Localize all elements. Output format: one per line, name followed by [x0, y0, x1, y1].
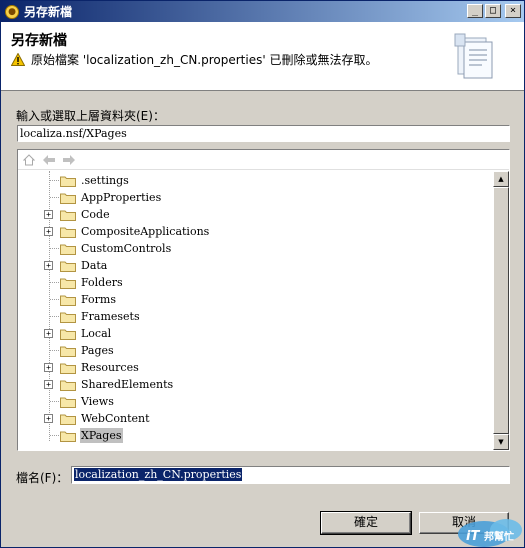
window-title: 另存新檔 [24, 5, 73, 19]
tree-item[interactable]: + Code [18, 206, 492, 223]
dialog-header: 另存新檔 原始檔案 'localization_zh_CN.properties… [1, 22, 524, 91]
folder-icon [60, 397, 76, 408]
folder-icon [60, 176, 76, 187]
forward-arrow-icon[interactable] [62, 153, 76, 167]
tree-item-label: Code [81, 208, 110, 221]
folder-icon [60, 380, 76, 391]
tree-vertical-scrollbar[interactable]: ▲ ▼ [493, 171, 509, 450]
svg-text:邦幫忙: 邦幫忙 [484, 530, 514, 543]
folder-icon [60, 261, 76, 272]
scroll-down-icon[interactable]: ▼ [493, 434, 509, 450]
watermark-logo: iT 邦幫忙 [458, 519, 522, 547]
tree-item-label: Pages [81, 344, 114, 357]
tree-item[interactable]: CustomControls [18, 240, 492, 257]
warning-icon [11, 53, 25, 66]
filename-label: 檔名(F)： [16, 471, 69, 485]
expand-plus-icon[interactable]: + [44, 380, 53, 389]
tree-item-label: Views [81, 395, 114, 408]
tree-item[interactable]: + CompositeApplications [18, 223, 492, 240]
folder-icon [60, 363, 76, 374]
folder-icon [60, 329, 76, 340]
save-as-dialog: ● 另存新檔 _ □ × 另存新檔 原始檔案 'localization_zh_… [0, 0, 525, 548]
tree-item[interactable]: + WebContent [18, 410, 492, 427]
title-bar[interactable]: ● 另存新檔 _ □ × [1, 1, 524, 22]
svg-text:iT: iT [466, 529, 480, 544]
app-icon: ● [5, 4, 19, 19]
window-controls: _ □ × [467, 4, 521, 18]
folder-icon [60, 210, 76, 221]
maximize-button[interactable]: □ [485, 4, 501, 18]
tree-item[interactable]: + Local [18, 325, 492, 342]
folder-icon [60, 414, 76, 425]
tree-item-label: Local [81, 327, 112, 340]
tree-item-label: .settings [81, 174, 129, 187]
tree-item[interactable]: Framesets [18, 308, 492, 325]
tree-item-selected[interactable]: XPages [18, 427, 492, 444]
ok-button[interactable]: 確定 [320, 511, 412, 535]
expand-plus-icon[interactable]: + [44, 261, 53, 270]
folder-icon [60, 312, 76, 323]
minimize-button[interactable]: _ [467, 4, 483, 18]
tree-item[interactable]: Pages [18, 342, 492, 359]
expand-plus-icon[interactable]: + [44, 329, 53, 338]
expand-plus-icon[interactable]: + [44, 210, 53, 219]
tree-item-label: Framesets [81, 310, 140, 323]
folder-icon [60, 193, 76, 204]
tree-item-label: CustomControls [81, 242, 172, 255]
tree-item[interactable]: + SharedElements [18, 376, 492, 393]
tree-item-label: Forms [81, 293, 116, 306]
tree-item[interactable]: Views [18, 393, 492, 410]
tree-item-label: XPages [80, 428, 123, 443]
tree-item[interactable]: .settings [18, 172, 492, 189]
expand-plus-icon[interactable]: + [44, 363, 53, 372]
tree-item[interactable]: + Data [18, 257, 492, 274]
tree-item-label: Resources [81, 361, 139, 374]
folder-icon [60, 295, 76, 306]
expand-plus-icon[interactable]: + [44, 414, 53, 423]
tree-item-label: CompositeApplications [81, 225, 210, 238]
folder-icon [60, 244, 76, 255]
parent-folder-input[interactable]: localiza.nsf/XPages [17, 125, 510, 142]
tree-toolbar [18, 150, 509, 170]
filename-input[interactable]: localization_zh_CN.properties [71, 466, 510, 484]
document-graphic-icon [452, 32, 498, 80]
header-message: 原始檔案 'localization_zh_CN.properties' 已刪除… [11, 51, 377, 68]
tree-item-label: Folders [81, 276, 123, 289]
home-icon[interactable] [22, 153, 36, 167]
tree-item[interactable]: AppProperties [18, 189, 492, 206]
tree-item-label: Data [81, 259, 108, 272]
tree-item[interactable]: Folders [18, 274, 492, 291]
folder-icon [60, 278, 76, 289]
parent-folder-label: 輸入或選取上層資料夾(E)： [16, 109, 165, 123]
scroll-up-icon[interactable]: ▲ [493, 171, 509, 187]
close-button[interactable]: × [505, 4, 521, 18]
folder-tree: .settings AppProperties + Code + Composi… [17, 149, 510, 451]
folder-icon [60, 431, 76, 442]
folder-icon [60, 346, 76, 357]
tree-item-label: SharedElements [81, 378, 174, 391]
header-title: 另存新檔 [11, 33, 67, 49]
scroll-thumb[interactable] [493, 187, 509, 434]
back-arrow-icon[interactable] [42, 153, 56, 167]
expand-plus-icon[interactable]: + [44, 227, 53, 236]
tree-item-label: AppProperties [81, 191, 162, 204]
tree-item[interactable]: + Resources [18, 359, 492, 376]
header-message-text: 原始檔案 'localization_zh_CN.properties' 已刪除… [31, 53, 378, 67]
tree-body: .settings AppProperties + Code + Composi… [18, 171, 492, 450]
tree-item-label: WebContent [81, 412, 150, 425]
tree-item[interactable]: Forms [18, 291, 492, 308]
filename-value: localization_zh_CN.properties [74, 468, 243, 481]
folder-icon [60, 227, 76, 238]
